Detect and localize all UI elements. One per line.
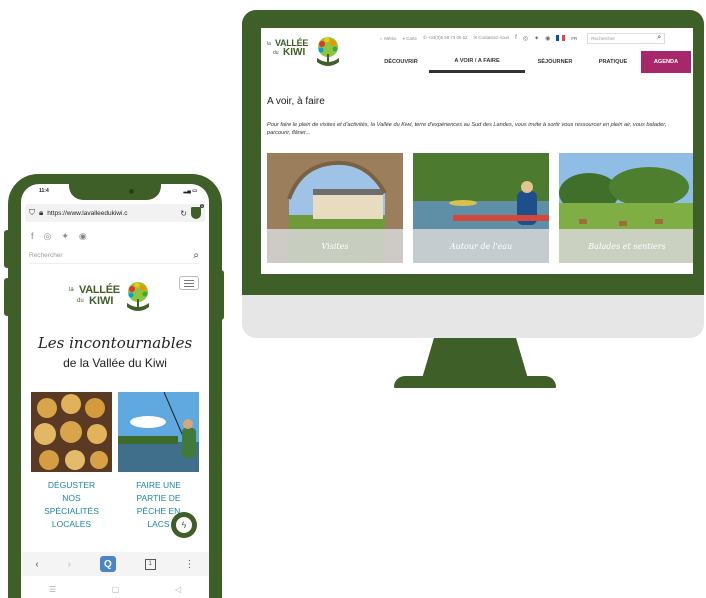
phone-number: +33(0)5 58 73 00 52 (427, 35, 468, 40)
card-specialites-locales[interactable]: DÉGUSTER NOS SPÉCIALITÉS LOCALES (31, 392, 112, 542)
mobile-social-links: f ◎ ✦ ◉ (31, 231, 87, 242)
card-visites-label: Visites (267, 229, 403, 263)
device-mockup-scene: ☼ Météo ⌖ Carte ✆ +33(0)5 58 73 00 52 ✉ … (0, 0, 706, 598)
back-arrow-icon[interactable]: ‹ (35, 559, 38, 570)
main-navigation: DÉCOUVRIR A VOIR / A FAIRE SÉJOURNER PRA… (373, 51, 693, 73)
card-specialites-label: DÉGUSTER NOS SPÉCIALITÉS LOCALES (44, 480, 99, 529)
kiwi-tree-logo-icon (127, 282, 149, 311)
twitter-icon[interactable]: ✦ (534, 35, 539, 42)
map-label: Carte (406, 35, 417, 41)
lock-icon: 🔒︎ (39, 208, 44, 217)
language-select[interactable]: FR (571, 36, 577, 41)
more-options-icon[interactable]: ⋮ (185, 559, 195, 570)
smartphone: 11:4 ▂▄ ▭ ⛉ 🔒︎ https://www.lavalleedukiw… (8, 174, 222, 598)
browser-app-icon[interactable]: Q (99, 556, 116, 572)
browser-address-bar[interactable]: ⛉ 🔒︎ https://www.lavalleedukiwi.c ↻ 1 (25, 204, 205, 222)
mobile-website: 11:4 ▂▄ ▭ ⛉ 🔒︎ https://www.lavalleedukiw… (21, 184, 209, 598)
card-balades-label: Balades et sentiers (559, 229, 693, 263)
search-icon[interactable]: ⌕ (657, 34, 661, 42)
browser-bottom-toolbar: ‹ › Q 1 ⋮ (21, 552, 209, 576)
logo-kiwi: KIWI (283, 47, 306, 58)
recents-icon[interactable]: ☰ (49, 585, 56, 594)
pastries-photo (31, 392, 112, 472)
nav-pratique[interactable]: PRATIQUE (585, 51, 641, 73)
phone-link[interactable]: ✆ +33(0)5 58 73 00 52 (423, 35, 468, 41)
instagram-icon[interactable]: ◎ (523, 35, 528, 42)
instagram-icon[interactable]: ◎ (44, 231, 52, 242)
facebook-icon[interactable]: f (515, 35, 517, 41)
signal-battery-icon: ▂▄ ▭ (183, 188, 197, 194)
nav-sejourner[interactable]: SÉJOURNER (525, 51, 585, 73)
reload-icon[interactable]: ↻ (180, 209, 187, 218)
mobile-search-input[interactable]: Rechercher (29, 252, 63, 259)
logo-kiwi: KIWI (89, 295, 114, 307)
weather-label: Météo (384, 35, 397, 41)
forward-arrow-icon[interactable]: › (68, 559, 71, 570)
search-icon[interactable]: ⌕ (193, 250, 199, 261)
android-navigation-bar: ☰ ▢ ◁ (21, 580, 209, 598)
weather-link[interactable]: ☼ Météo (379, 36, 396, 41)
mobile-section-title: Les incontournables (37, 334, 193, 352)
extension-shield-icon[interactable]: 1 (191, 204, 204, 219)
status-time: 11:4 (39, 188, 49, 194)
monitor-chin (242, 295, 704, 338)
messenger-icon: ϟ (176, 517, 192, 533)
desktop-monitor: ☼ Météo ⌖ Carte ✆ +33(0)5 58 73 00 52 ✉ … (242, 10, 704, 388)
card-autour-de-l-eau[interactable]: Autour de l'eau (413, 153, 549, 263)
twitter-icon[interactable]: ✦ (61, 231, 69, 242)
intro-paragraph: Pour faire le plein de visites et d'acti… (267, 122, 667, 136)
mobile-section-subtitle: de la Vallée du Kiwi (63, 356, 167, 370)
back-triangle-icon[interactable]: ◁ (175, 585, 181, 594)
card-balades-et-sentiers[interactable]: Balades et sentiers (559, 153, 693, 263)
desktop-search-input[interactable]: Rechercher (591, 36, 615, 41)
home-icon[interactable]: ▢ (112, 585, 120, 594)
contact-label: Contactez-nous (478, 35, 510, 40)
front-camera (129, 189, 134, 194)
mobile-site-logo[interactable]: la VALLÉE du KIWI (69, 280, 149, 316)
logo-la: la (69, 287, 74, 293)
kiwi-tree-logo-icon (317, 37, 339, 66)
facebook-icon[interactable]: f (31, 231, 34, 242)
desktop-website: ☼ Météo ⌖ Carte ✆ +33(0)5 58 73 00 52 ✉ … (261, 28, 693, 274)
site-logo[interactable]: la VALLÉE du KIWI (267, 36, 347, 68)
french-flag-icon[interactable] (556, 35, 566, 41)
contact-link[interactable]: ✉ Contactez-nous (473, 35, 509, 41)
phone-notch (69, 184, 161, 200)
monitor-stand-base (394, 376, 556, 388)
nav-agenda[interactable]: AGENDA (641, 51, 691, 73)
fishing-photo (118, 392, 199, 472)
podcast-icon[interactable]: ◉ (545, 35, 550, 42)
logo-du: du (77, 298, 84, 304)
mobile-search[interactable]: Rechercher ⌕ (29, 248, 199, 264)
desktop-search[interactable]: Rechercher ⌕ (587, 32, 666, 44)
page-title: A voir, à faire (267, 96, 325, 107)
utility-bar: ☼ Météo ⌖ Carte ✆ +33(0)5 58 73 00 52 ✉ … (379, 32, 687, 44)
nav-decouvrir[interactable]: DÉCOUVRIR (373, 51, 429, 73)
logo-la: la (267, 41, 271, 47)
logo-du: du (273, 50, 279, 56)
messenger-chat-button[interactable]: ϟ (171, 512, 197, 538)
card-visites[interactable]: Visites (267, 153, 403, 263)
hamburger-menu-icon[interactable] (179, 276, 199, 290)
card-autour-label: Autour de l'eau (413, 229, 549, 263)
map-link[interactable]: ⌖ Carte (402, 36, 416, 41)
shield-icon[interactable]: ⛉ (29, 208, 35, 218)
url-text[interactable]: https://www.lavalleedukiwi.c (47, 210, 176, 217)
activity-cards: Visites Autour de l'eau Balades et senti… (267, 153, 693, 263)
tabs-counter-icon[interactable]: 1 (144, 558, 156, 570)
nav-a-voir-a-faire[interactable]: A VOIR / A FAIRE (429, 51, 525, 73)
podcast-icon[interactable]: ◉ (79, 231, 87, 242)
